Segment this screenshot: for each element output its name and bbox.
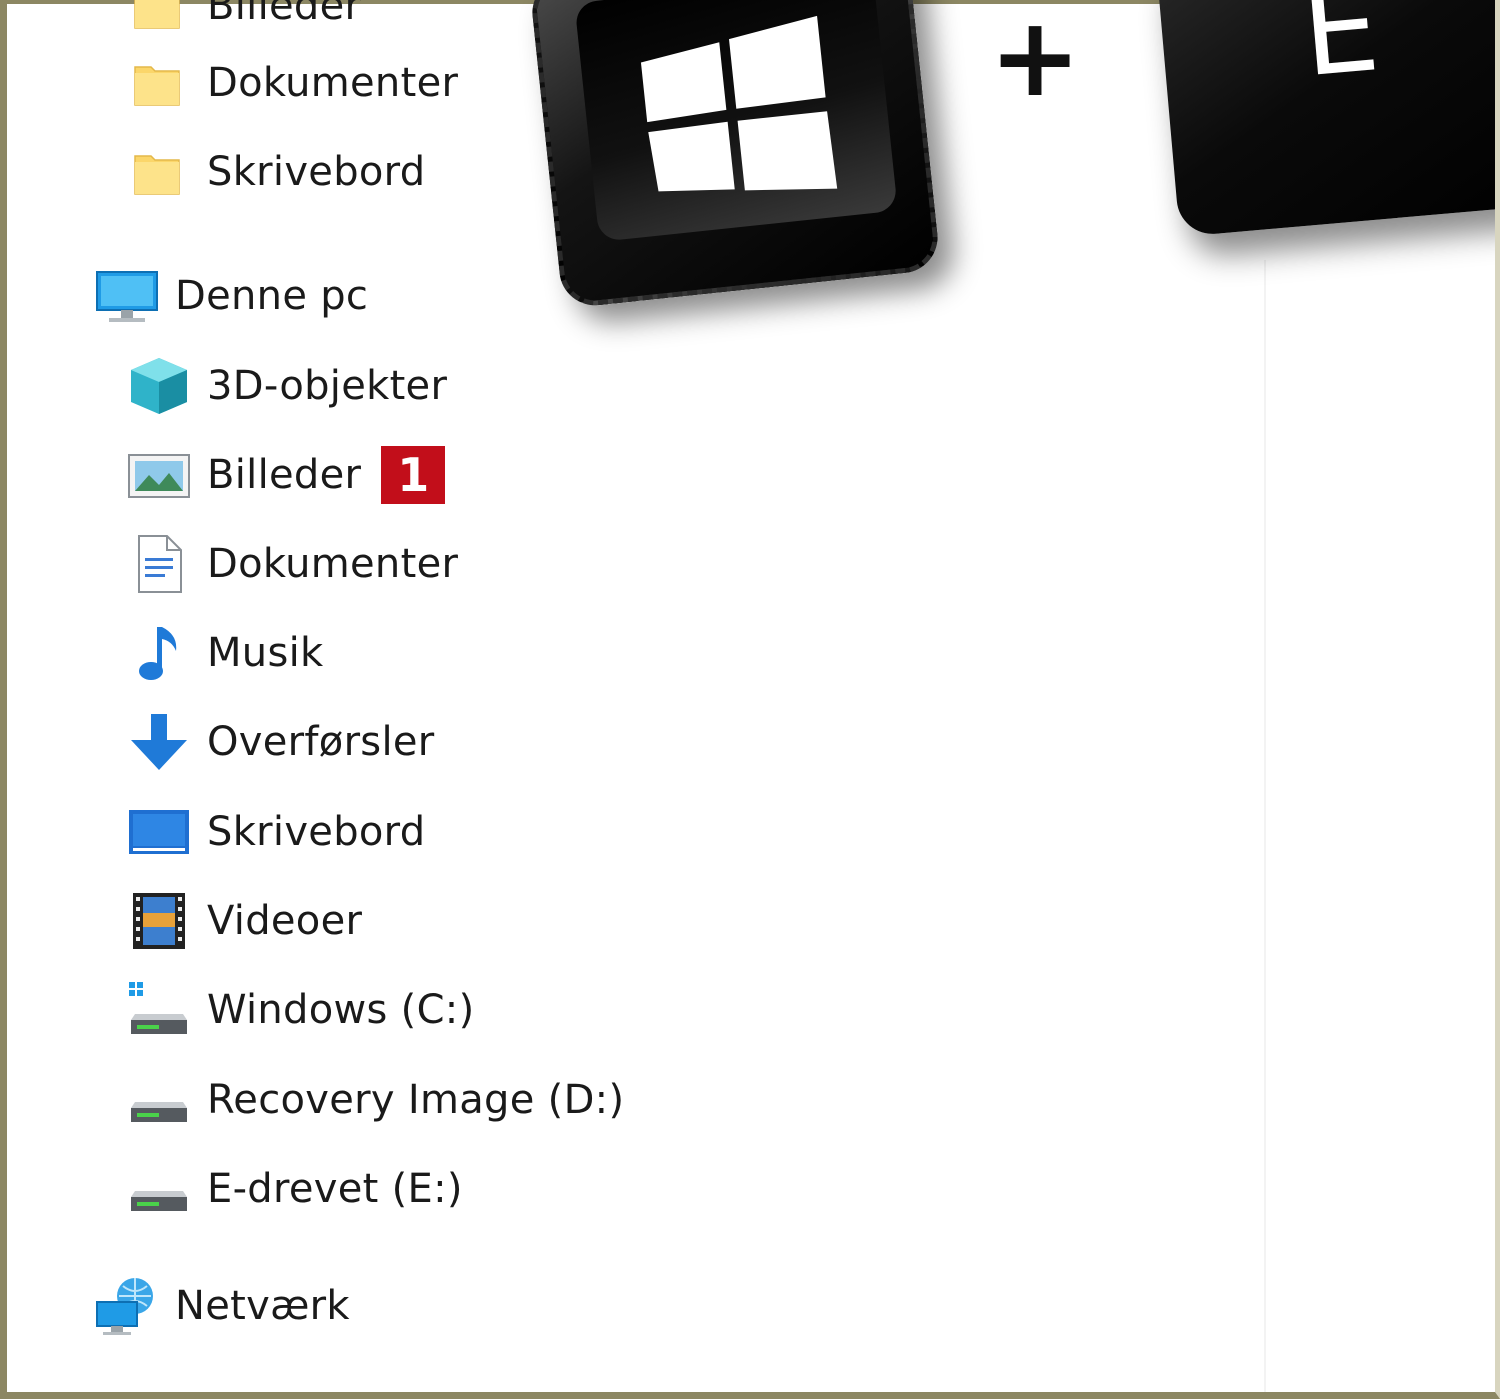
explorer-window: Billeder Dokumenter Skrivebord Denne pc … bbox=[0, 0, 1500, 1399]
nav-item-label: Dokumenter bbox=[207, 60, 459, 106]
network-icon bbox=[95, 1274, 159, 1338]
desktop-icon bbox=[127, 800, 191, 864]
nav-dokumenter[interactable]: Dokumenter bbox=[127, 524, 458, 604]
step-badge: 1 bbox=[381, 446, 446, 504]
nav-overforsler[interactable]: Overførsler bbox=[127, 702, 435, 782]
nav-quick-billeder[interactable]: Billeder bbox=[127, 0, 361, 46]
nav-billeder[interactable]: Billeder 1 bbox=[127, 435, 446, 515]
nav-skrivebord[interactable]: Skrivebord bbox=[127, 792, 425, 872]
windows-logo-icon bbox=[640, 15, 838, 192]
windows-key-face bbox=[574, 0, 898, 242]
nav-quick-skrivebord[interactable]: Skrivebord bbox=[127, 132, 425, 212]
pane-divider bbox=[1264, 260, 1266, 1392]
nav-quick-dokumenter[interactable]: Dokumenter bbox=[127, 43, 458, 123]
nav-item-label: Videoer bbox=[207, 898, 363, 944]
film-icon bbox=[127, 889, 191, 953]
nav-item-label: Denne pc bbox=[175, 273, 369, 319]
nav-item-label: Musik bbox=[207, 630, 324, 676]
pictures-icon bbox=[127, 443, 191, 507]
folder-icon bbox=[127, 51, 191, 115]
computer-icon bbox=[95, 264, 159, 328]
nav-item-label: Overførsler bbox=[207, 719, 435, 765]
windows-key bbox=[528, 0, 942, 309]
windows-drive-icon bbox=[127, 978, 191, 1042]
nav-item-label: Billeder bbox=[207, 0, 362, 29]
nav-drive-c[interactable]: Windows (C:) bbox=[127, 970, 475, 1050]
nav-item-label: Windows (C:) bbox=[207, 987, 475, 1033]
e-key: E bbox=[1155, 0, 1495, 237]
nav-item-label: 3D-objekter bbox=[207, 363, 448, 409]
document-icon bbox=[127, 532, 191, 596]
nav-item-label: Netværk bbox=[175, 1283, 350, 1329]
nav-drive-e[interactable]: E-drevet (E:) bbox=[127, 1149, 463, 1229]
nav-item-label: Dokumenter bbox=[207, 541, 459, 587]
drive-icon bbox=[127, 1157, 191, 1221]
folder-icon bbox=[127, 0, 191, 38]
plus-sign: + bbox=[989, 0, 1082, 121]
nav-videoer[interactable]: Videoer bbox=[127, 881, 362, 961]
music-note-icon bbox=[127, 621, 191, 685]
nav-drive-d[interactable]: Recovery Image (D:) bbox=[127, 1060, 624, 1140]
nav-netvaerk[interactable]: Netværk bbox=[95, 1266, 350, 1346]
nav-item-label: Skrivebord bbox=[207, 149, 426, 195]
folder-icon bbox=[127, 140, 191, 204]
e-key-letter: E bbox=[1296, 0, 1385, 105]
nav-item-label: Billeder bbox=[207, 452, 362, 498]
nav-musik[interactable]: Musik bbox=[127, 613, 323, 693]
nav-item-label: Skrivebord bbox=[207, 809, 426, 855]
drive-icon bbox=[127, 1068, 191, 1132]
download-arrow-icon bbox=[127, 710, 191, 774]
nav-item-label: E-drevet (E:) bbox=[207, 1166, 463, 1212]
cube-3d-icon bbox=[127, 354, 191, 418]
nav-item-label: Recovery Image (D:) bbox=[207, 1077, 625, 1123]
nav-denne-pc[interactable]: Denne pc bbox=[95, 256, 368, 336]
nav-3d-objekter[interactable]: 3D-objekter bbox=[127, 346, 447, 426]
